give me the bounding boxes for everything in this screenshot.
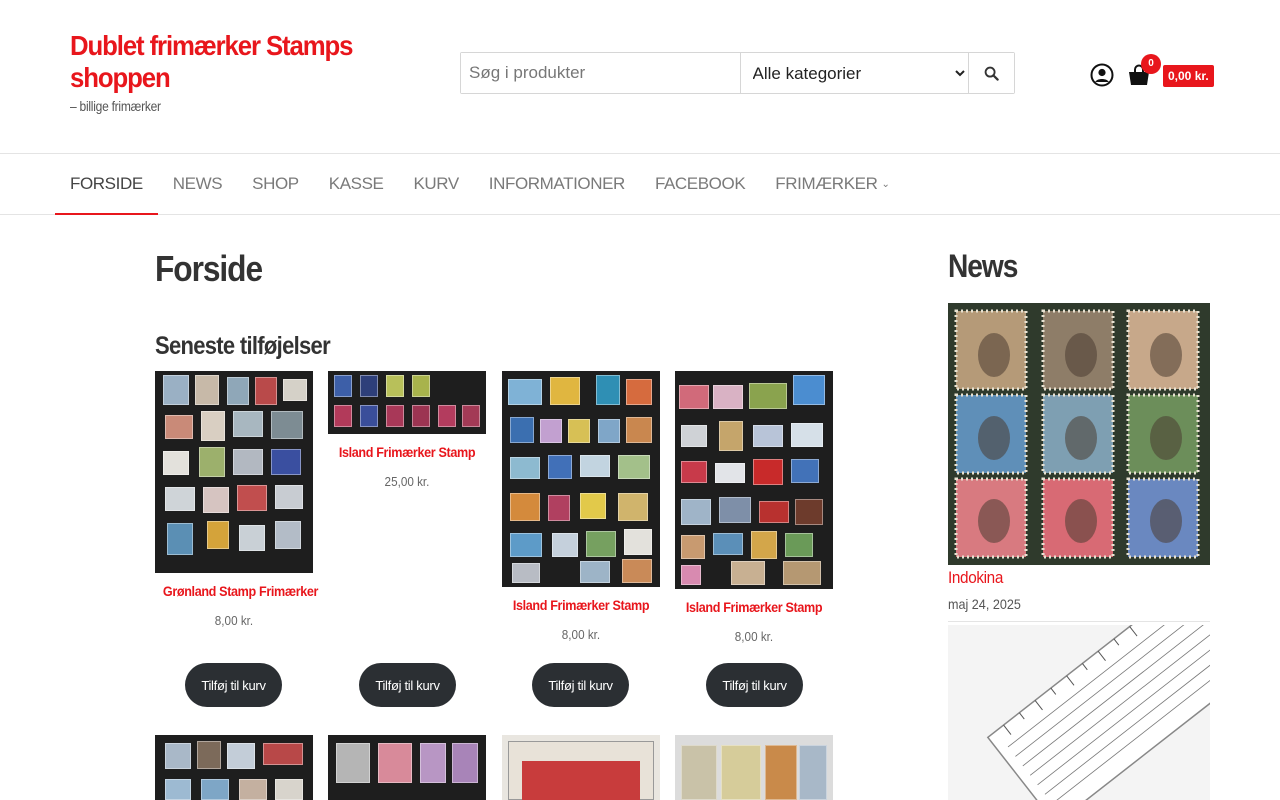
main-navigation: FORSIDE NEWS SHOP KASSE KURV INFORMATION…: [0, 153, 1280, 215]
nav-item-label: KASSE: [328, 174, 384, 193]
nav-item-kasse[interactable]: KASSE: [314, 154, 399, 214]
nav-item-label: SHOP: [252, 174, 299, 193]
category-select[interactable]: Alle kategorier: [740, 53, 970, 93]
nav-item-label: FORSIDE: [70, 174, 143, 193]
product-title-link[interactable]: Island Frimærker Stamp: [510, 597, 652, 613]
nav-list: FORSIDE NEWS SHOP KASSE KURV INFORMATION…: [55, 154, 904, 215]
add-to-cart-button[interactable]: Tilføj til kurv: [532, 663, 629, 707]
sidebar-news-title: News: [948, 248, 1018, 284]
news-post-date: maj 24, 2025: [948, 596, 1021, 612]
product-image[interactable]: [155, 371, 313, 573]
product-card: Island Frimærker Stamp 25,00 kr.: [328, 371, 486, 489]
nav-item-label: INFORMATIONER: [488, 174, 626, 193]
product-image[interactable]: [328, 371, 486, 434]
section-title: Seneste tilføjelser: [155, 332, 331, 360]
brand: Dublet frimærker Stamps shoppen – billig…: [70, 30, 400, 114]
news-divider: [948, 621, 1210, 622]
cart-count-badge: 0: [1141, 54, 1161, 74]
page-title: Forside: [155, 248, 263, 289]
product-image[interactable]: [502, 371, 660, 587]
product-image[interactable]: [675, 735, 833, 800]
product-title-link[interactable]: Island Frimærker Stamp: [683, 599, 825, 615]
search-icon: [984, 66, 999, 81]
add-to-cart-button[interactable]: Tilføj til kurv: [185, 663, 282, 707]
site-title-link[interactable]: Dublet frimærker Stamps shoppen: [70, 30, 374, 94]
account-button[interactable]: [1090, 63, 1114, 87]
add-to-cart-button[interactable]: Tilføj til kurv: [359, 663, 456, 707]
search-input[interactable]: [461, 53, 741, 93]
nav-item-label: KURV: [413, 174, 459, 193]
cart-button[interactable]: 0 0,00 kr.: [1127, 54, 1217, 90]
stamps-photo: [948, 303, 1210, 565]
product-price: 8,00 kr.: [214, 613, 254, 628]
news-post-image[interactable]: [948, 625, 1210, 800]
product-card: Grønland Stamp Frimærker 8,00 kr.: [155, 371, 319, 628]
news-post-title-link[interactable]: Indokina: [948, 568, 1003, 588]
product-title-link[interactable]: Island Frimærker Stamp: [336, 444, 478, 460]
cart-total: 0,00 kr.: [1163, 65, 1214, 87]
product-image[interactable]: [675, 371, 833, 589]
product-image[interactable]: [328, 735, 486, 800]
nav-item-kurv[interactable]: KURV: [398, 154, 473, 214]
product-title-link[interactable]: Grønland Stamp Frimærker: [163, 583, 319, 599]
product-search-form: Alle kategorier: [460, 52, 1015, 94]
product-price: 8,00 kr.: [734, 629, 774, 644]
product-price: 25,00 kr.: [384, 474, 430, 489]
product-image[interactable]: [502, 735, 660, 800]
nav-item-label: NEWS: [172, 174, 223, 193]
nav-item-news[interactable]: NEWS: [158, 154, 237, 214]
user-circle-icon: [1090, 63, 1114, 87]
site-description: – billige frimærker: [70, 98, 161, 114]
nav-item-label: FACEBOOK: [654, 174, 746, 193]
product-image[interactable]: [155, 735, 313, 800]
news-post-image[interactable]: [948, 303, 1210, 565]
search-button[interactable]: [969, 53, 1014, 93]
nav-item-facebook[interactable]: FACEBOOK: [640, 154, 760, 214]
nav-item-informationer[interactable]: INFORMATIONER: [474, 154, 640, 214]
product-card: Island Frimærker Stamp 8,00 kr.: [502, 371, 660, 642]
site-header: Dublet frimærker Stamps shoppen – billig…: [0, 0, 1280, 153]
chevron-down-icon: ⌄: [881, 179, 890, 190]
perforation-gauge-photo: [948, 625, 1210, 800]
nav-item-shop[interactable]: SHOP: [237, 154, 314, 214]
nav-item-forside[interactable]: FORSIDE: [55, 154, 158, 215]
nav-item-frimaerker[interactable]: FRIMÆRKER ⌄: [760, 154, 904, 214]
add-to-cart-button[interactable]: Tilføj til kurv: [706, 663, 803, 707]
product-price: 8,00 kr.: [561, 627, 601, 642]
nav-item-label: FRIMÆRKER: [775, 174, 878, 193]
product-card: Island Frimærker Stamp 8,00 kr.: [675, 371, 833, 644]
